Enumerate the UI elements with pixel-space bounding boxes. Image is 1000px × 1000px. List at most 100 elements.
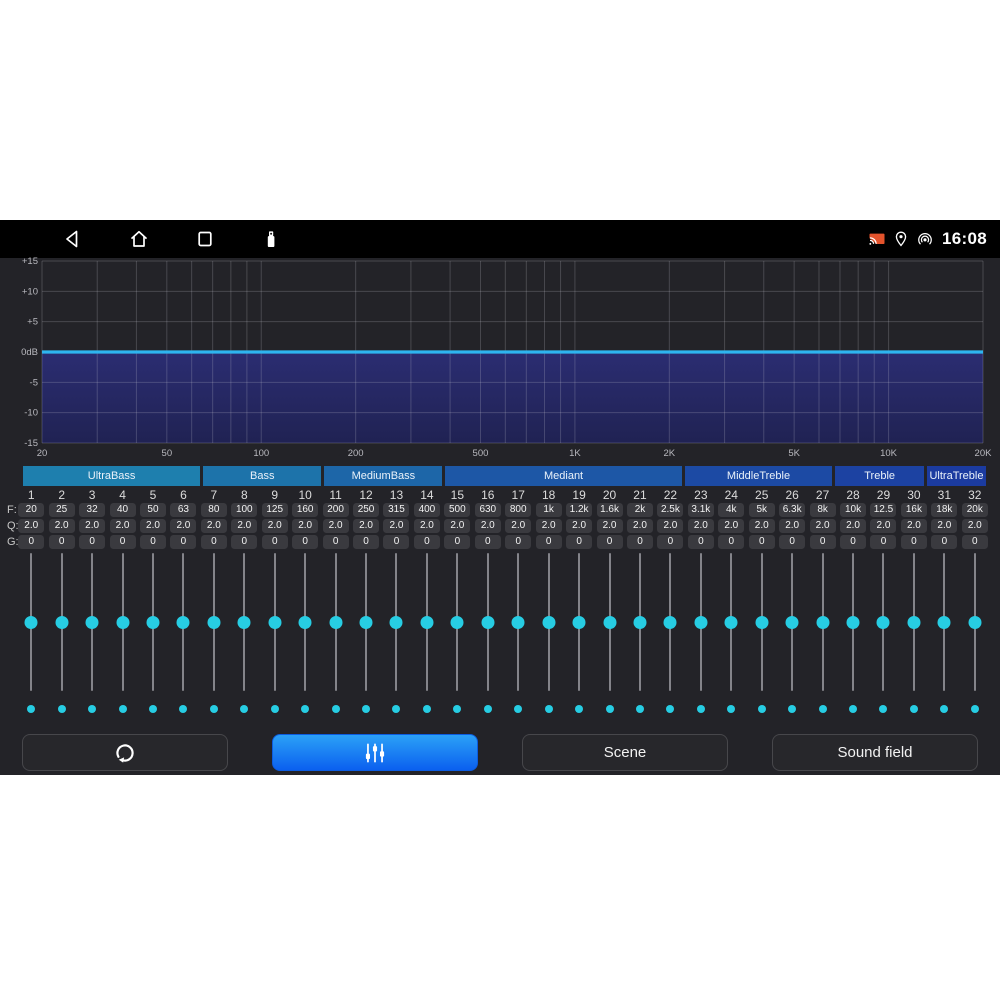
band-gain-value[interactable]: 0 — [840, 535, 866, 549]
band-q-value[interactable]: 2.0 — [718, 519, 744, 533]
gain-slider-track[interactable] — [639, 553, 641, 691]
band-frequency-value[interactable]: 630 — [475, 503, 501, 517]
gain-slider-track[interactable] — [365, 553, 367, 691]
gain-slider-track[interactable] — [974, 553, 976, 691]
gain-slider-thumb[interactable] — [177, 616, 190, 629]
band-q-value[interactable]: 2.0 — [170, 519, 196, 533]
gain-slider-track[interactable] — [882, 553, 884, 691]
gain-slider-track[interactable] — [274, 553, 276, 691]
band-group-treble[interactable]: Treble — [835, 466, 924, 486]
band-frequency-value[interactable]: 6.3k — [779, 503, 805, 517]
gain-slider-track[interactable] — [517, 553, 519, 691]
gain-slider[interactable] — [868, 552, 898, 692]
gain-slider-thumb[interactable] — [116, 616, 129, 629]
gain-slider-thumb[interactable] — [664, 616, 677, 629]
band-frequency-value[interactable]: 400 — [414, 503, 440, 517]
band-gain-value[interactable]: 0 — [901, 535, 927, 549]
band-group-mediant[interactable]: Mediant — [445, 466, 681, 486]
gain-slider-thumb[interactable] — [633, 616, 646, 629]
band-dot[interactable] — [149, 705, 157, 713]
gain-slider[interactable] — [138, 552, 168, 692]
gain-slider-thumb[interactable] — [420, 616, 433, 629]
band-frequency-value[interactable]: 1.6k — [597, 503, 623, 517]
band-gain-value[interactable]: 0 — [353, 535, 379, 549]
band-dot[interactable] — [453, 705, 461, 713]
gain-slider-thumb[interactable] — [877, 616, 890, 629]
gain-slider-track[interactable] — [122, 553, 124, 691]
gain-slider[interactable] — [260, 552, 290, 692]
gain-slider-thumb[interactable] — [816, 616, 829, 629]
gain-slider-track[interactable] — [669, 553, 671, 691]
gain-slider-thumb[interactable] — [329, 616, 342, 629]
band-gain-value[interactable]: 0 — [475, 535, 501, 549]
band-gain-value[interactable]: 0 — [383, 535, 409, 549]
band-dot[interactable] — [301, 705, 309, 713]
band-group-bass[interactable]: Bass — [203, 466, 321, 486]
gain-slider[interactable] — [564, 552, 594, 692]
band-gain-value[interactable]: 0 — [627, 535, 653, 549]
gain-slider-track[interactable] — [61, 553, 63, 691]
gain-slider[interactable] — [412, 552, 442, 692]
band-gain-value[interactable]: 0 — [718, 535, 744, 549]
band-q-value[interactable]: 2.0 — [383, 519, 409, 533]
sound-field-button[interactable]: Sound field — [772, 734, 978, 771]
band-dot[interactable] — [849, 705, 857, 713]
gain-slider-track[interactable] — [395, 553, 397, 691]
gain-slider-track[interactable] — [487, 553, 489, 691]
band-q-value[interactable]: 2.0 — [140, 519, 166, 533]
band-gain-value[interactable]: 0 — [49, 535, 75, 549]
band-frequency-value[interactable]: 12.5 — [870, 503, 896, 517]
gain-slider-track[interactable] — [152, 553, 154, 691]
band-gain-value[interactable]: 0 — [444, 535, 470, 549]
gain-slider-thumb[interactable] — [55, 616, 68, 629]
band-dot[interactable] — [940, 705, 948, 713]
recents-icon[interactable] — [193, 227, 217, 251]
band-q-value[interactable]: 2.0 — [262, 519, 288, 533]
gain-slider[interactable] — [838, 552, 868, 692]
band-q-value[interactable]: 2.0 — [79, 519, 105, 533]
band-q-value[interactable]: 2.0 — [810, 519, 836, 533]
gain-slider-thumb[interactable] — [755, 616, 768, 629]
gain-slider[interactable] — [290, 552, 320, 692]
band-gain-value[interactable]: 0 — [414, 535, 440, 549]
band-q-value[interactable]: 2.0 — [749, 519, 775, 533]
gain-slider-track[interactable] — [456, 553, 458, 691]
band-gain-value[interactable]: 0 — [870, 535, 896, 549]
gain-slider-thumb[interactable] — [390, 616, 403, 629]
band-frequency-value[interactable]: 100 — [231, 503, 257, 517]
gain-slider-track[interactable] — [730, 553, 732, 691]
band-group-ultratreble[interactable]: UltraTreble — [927, 466, 986, 486]
band-frequency-value[interactable]: 20k — [962, 503, 988, 517]
band-frequency-value[interactable]: 40 — [110, 503, 136, 517]
gain-slider-thumb[interactable] — [207, 616, 220, 629]
gain-slider[interactable] — [199, 552, 229, 692]
band-gain-value[interactable]: 0 — [140, 535, 166, 549]
band-q-value[interactable]: 2.0 — [536, 519, 562, 533]
band-group-middletreble[interactable]: MiddleTreble — [685, 466, 833, 486]
band-q-value[interactable]: 2.0 — [657, 519, 683, 533]
band-frequency-value[interactable]: 80 — [201, 503, 227, 517]
band-q-value[interactable]: 2.0 — [323, 519, 349, 533]
band-q-value[interactable]: 2.0 — [901, 519, 927, 533]
band-dot[interactable] — [879, 705, 887, 713]
gain-slider-thumb[interactable] — [725, 616, 738, 629]
band-q-value[interactable]: 2.0 — [231, 519, 257, 533]
gain-slider-track[interactable] — [943, 553, 945, 691]
band-q-value[interactable]: 2.0 — [505, 519, 531, 533]
band-dot[interactable] — [271, 705, 279, 713]
gain-slider-thumb[interactable] — [86, 616, 99, 629]
band-gain-value[interactable]: 0 — [110, 535, 136, 549]
band-q-value[interactable]: 2.0 — [962, 519, 988, 533]
gain-slider-track[interactable] — [548, 553, 550, 691]
band-q-value[interactable]: 2.0 — [292, 519, 318, 533]
band-gain-value[interactable]: 0 — [170, 535, 196, 549]
band-gain-value[interactable]: 0 — [810, 535, 836, 549]
gain-slider[interactable] — [473, 552, 503, 692]
gain-slider-thumb[interactable] — [907, 616, 920, 629]
gain-slider-thumb[interactable] — [146, 616, 159, 629]
band-q-value[interactable]: 2.0 — [414, 519, 440, 533]
band-frequency-value[interactable]: 500 — [444, 503, 470, 517]
band-frequency-value[interactable]: 63 — [170, 503, 196, 517]
gain-slider-track[interactable] — [791, 553, 793, 691]
gain-slider[interactable] — [747, 552, 777, 692]
